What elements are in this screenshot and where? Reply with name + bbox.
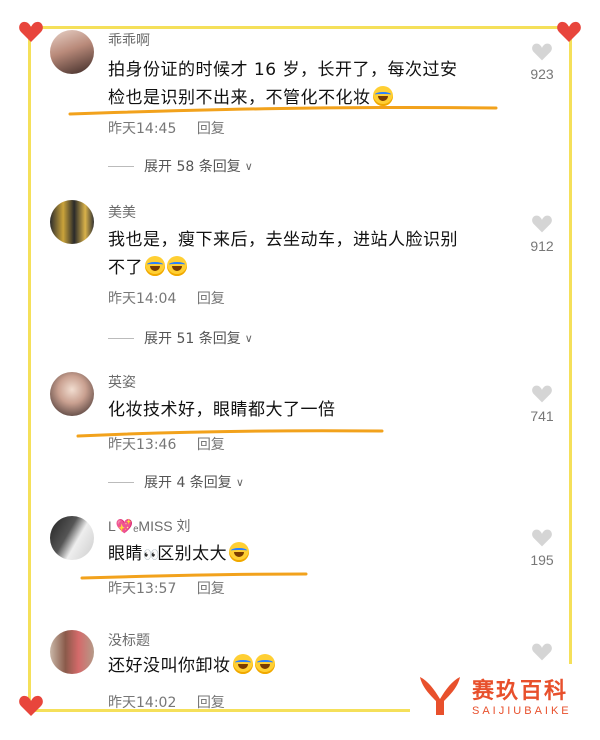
brand-text: 赛玖百科 SAIJIUBAIKE	[472, 673, 572, 717]
like-icon	[532, 385, 552, 403]
comment-text-part: 还好没叫你卸妆	[108, 656, 231, 676]
comment-time: 昨天13:46	[108, 437, 177, 453]
comment-meta: 昨天13:46 回复	[108, 434, 225, 454]
like-button[interactable]	[527, 642, 557, 662]
comment-username[interactable]: 乖乖啊	[108, 30, 150, 50]
laugh-cry-emoji	[229, 542, 250, 562]
like-count: 195	[530, 552, 554, 568]
comment-text-part: 眼睛	[108, 544, 143, 564]
divider	[108, 481, 134, 483]
laugh-cry-emoji	[254, 654, 275, 674]
brand-name-cn: 赛玖百科	[472, 679, 569, 704]
avatar[interactable]	[50, 200, 94, 244]
chevron-down-icon: ∨	[244, 159, 253, 173]
comment-text: 拍身份证的时候才 16 岁，长开了，每次过安 检也是识别不出来，不管化不化妆	[108, 56, 508, 112]
comment-text-line: 眼睛👀区别太大	[108, 540, 508, 570]
like-button[interactable]: 741	[527, 384, 557, 424]
comment-text-part: 不了	[108, 258, 143, 278]
expand-replies-button[interactable]: 展开 58 条回复 ∨	[108, 156, 253, 176]
comment-text-line: 化妆技术好，眼睛都大了一倍	[108, 400, 336, 420]
comment-username[interactable]: L💖ₑMISS 刘	[108, 516, 191, 536]
comment-text-line: 我也是，瘦下来后，去坐动车，进站人脸识别	[108, 230, 458, 250]
comment-text: 眼睛👀区别太大	[108, 540, 508, 570]
like-count: 741	[530, 408, 554, 424]
reply-button[interactable]: 回复	[197, 437, 225, 453]
expand-replies-label: 展开 4 条回复	[144, 475, 232, 491]
like-button[interactable]: 912	[527, 214, 557, 254]
like-icon	[532, 643, 552, 661]
reply-button[interactable]: 回复	[197, 695, 225, 711]
brand-watermark: 赛玖百科 SAIJIUBAIKE	[410, 664, 596, 726]
comment-text: 我也是，瘦下来后，去坐动车，进站人脸识别 不了	[108, 226, 508, 282]
expand-replies-button[interactable]: 展开 4 条回复 ∨	[108, 472, 244, 492]
divider	[108, 165, 134, 167]
heart-icon	[556, 20, 582, 44]
reply-button[interactable]: 回复	[197, 291, 225, 307]
heart-icon	[18, 20, 44, 44]
divider	[108, 337, 134, 339]
chevron-down-icon: ∨	[244, 331, 253, 345]
chevron-down-icon: ∨	[235, 475, 244, 489]
comment-meta: 昨天13:57 回复	[108, 578, 225, 598]
laugh-cry-emoji	[372, 86, 393, 106]
comment-text: 化妆技术好，眼睛都大了一倍	[108, 396, 508, 424]
brand-name-en: SAIJIUBAIKE	[472, 705, 572, 717]
comment-username[interactable]: 没标题	[108, 630, 150, 650]
comment-text-line: 不了	[108, 254, 508, 282]
like-button[interactable]: 195	[527, 528, 557, 568]
whale-tail-logo-icon	[420, 677, 460, 715]
comment-meta: 昨天14:02 回复	[108, 692, 225, 712]
avatar[interactable]	[50, 30, 94, 74]
comment-time: 昨天14:04	[108, 291, 177, 307]
comment-username[interactable]: 英姿	[108, 372, 136, 392]
avatar[interactable]	[50, 630, 94, 674]
expand-replies-button[interactable]: 展开 51 条回复 ∨	[108, 328, 253, 348]
like-icon	[532, 529, 552, 547]
heart-icon	[18, 694, 44, 718]
comment-time: 昨天14:45	[108, 121, 177, 137]
avatar[interactable]	[50, 516, 94, 560]
eyes-emoji: 👀	[143, 548, 159, 563]
comment-text-line: 拍身份证的时候才 16 岁，长开了，每次过安	[108, 60, 458, 80]
comment-meta: 昨天14:04 回复	[108, 288, 225, 308]
expand-replies-label: 展开 51 条回复	[144, 331, 241, 347]
like-icon	[532, 43, 552, 61]
reply-button[interactable]: 回复	[197, 121, 225, 137]
like-icon	[532, 215, 552, 233]
reply-button[interactable]: 回复	[197, 581, 225, 597]
comment-text-line: 检也是识别不出来，不管化不化妆	[108, 84, 508, 112]
avatar[interactable]	[50, 372, 94, 416]
like-button[interactable]: 923	[527, 42, 557, 82]
laugh-cry-emoji	[232, 654, 253, 674]
like-count: 912	[530, 238, 554, 254]
like-count: 923	[530, 66, 554, 82]
comment-time: 昨天14:02	[108, 695, 177, 711]
laugh-cry-emoji	[167, 256, 187, 276]
comment-text-part: 区别太大	[157, 544, 228, 564]
comment-text-part: 检也是识别不出来，不管化不化妆	[108, 88, 371, 108]
laugh-cry-emoji	[145, 256, 165, 276]
comment-meta: 昨天14:45 回复	[108, 118, 225, 138]
comment-time: 昨天13:57	[108, 581, 177, 597]
comment-username[interactable]: 美美	[108, 202, 136, 222]
expand-replies-label: 展开 58 条回复	[144, 159, 241, 175]
